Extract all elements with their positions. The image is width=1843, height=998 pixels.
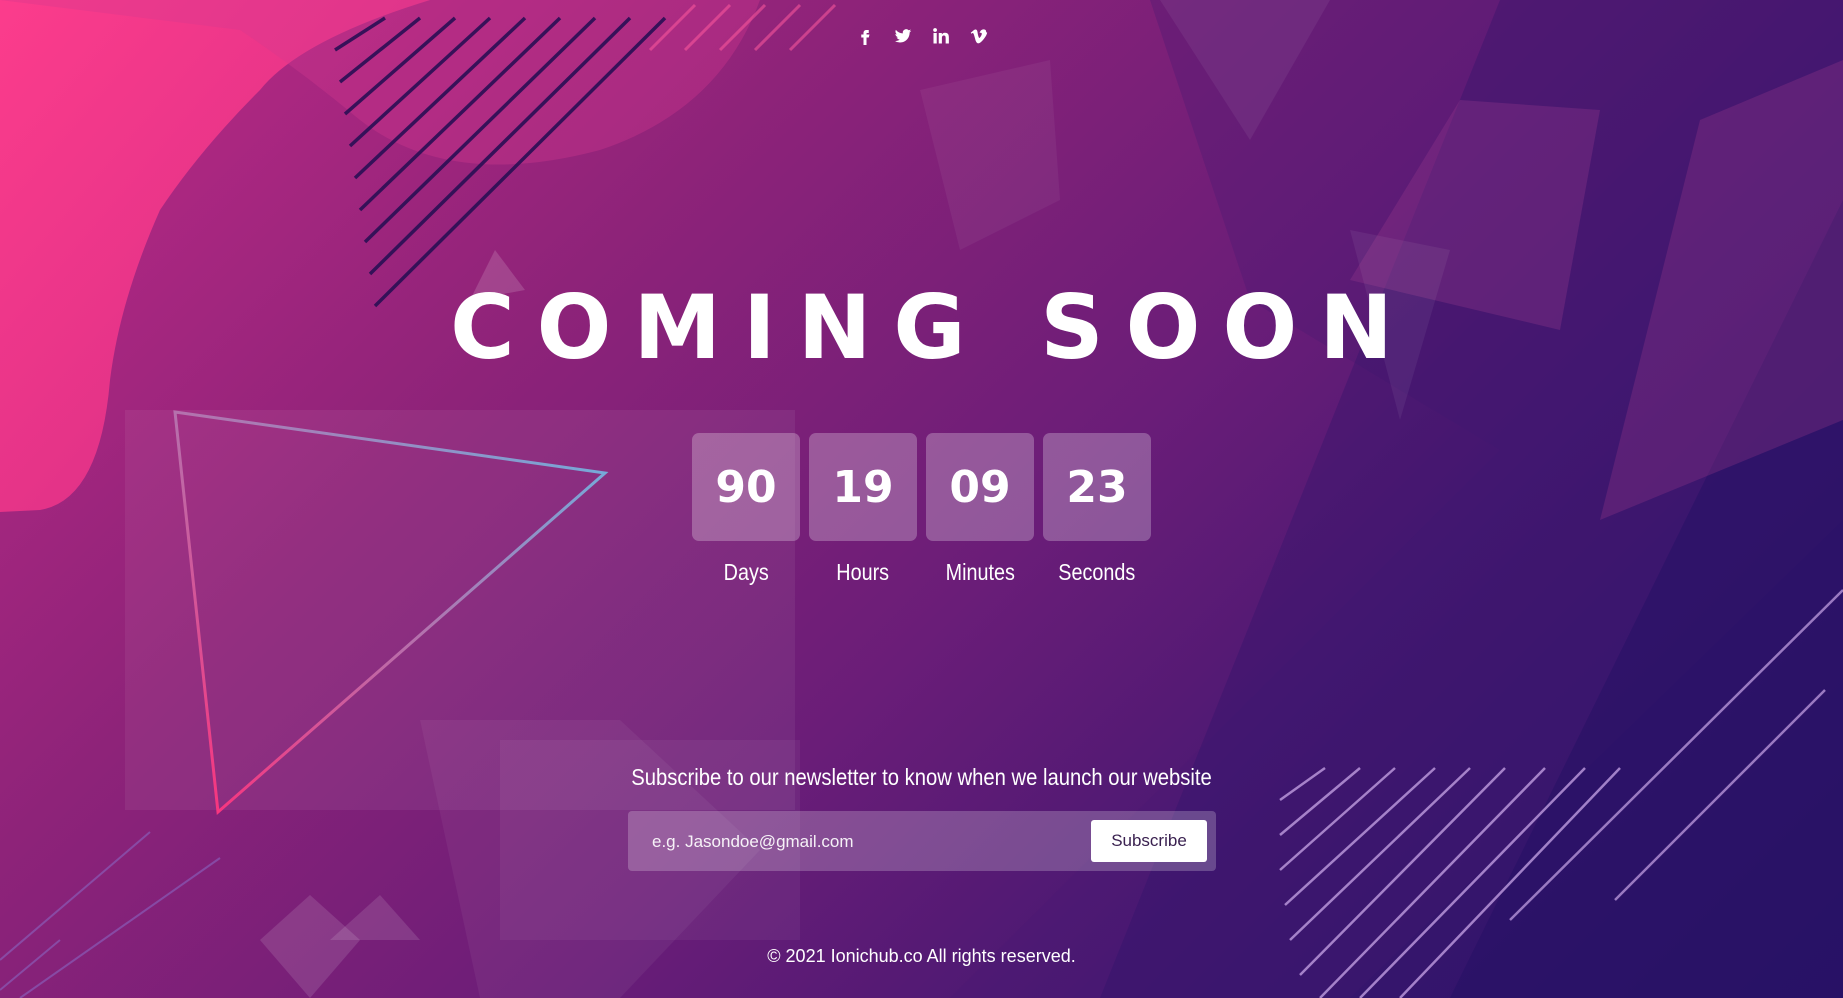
countdown-hours-label: Hours [836, 559, 890, 585]
countdown-minutes-label: Minutes [945, 559, 1015, 585]
page-title: COMING SOON [450, 276, 1415, 379]
countdown-minutes: 09 Minutes [926, 433, 1034, 586]
linkedin-icon[interactable] [932, 26, 950, 46]
countdown-seconds-value: 23 [1043, 433, 1151, 541]
twitter-icon[interactable] [894, 26, 912, 46]
footer-copyright: © 2021 Ionichub.co All rights reserved. [767, 946, 1076, 966]
social-links [0, 26, 1843, 46]
subscribe-button[interactable]: Subscribe [1091, 820, 1207, 862]
countdown-days-value: 90 [692, 433, 800, 541]
subscribe-form: Subscribe [628, 811, 1216, 871]
newsletter-text: Subscribe to our newsletter to know when… [631, 764, 1212, 790]
countdown-hours: 19 Hours [809, 433, 917, 586]
countdown-hours-value: 19 [809, 433, 917, 541]
facebook-icon[interactable] [856, 26, 874, 46]
countdown-days-label: Days [723, 559, 769, 585]
vimeo-icon[interactable] [970, 26, 988, 46]
countdown-minutes-value: 09 [926, 433, 1034, 541]
countdown-seconds: 23 Seconds [1043, 433, 1151, 586]
countdown-days: 90 Days [692, 433, 800, 586]
countdown-seconds-label: Seconds [1058, 559, 1136, 585]
email-input[interactable] [650, 821, 1074, 863]
countdown-timer: 90 Days 19 Hours 09 Minutes 23 Seconds [0, 433, 1843, 586]
